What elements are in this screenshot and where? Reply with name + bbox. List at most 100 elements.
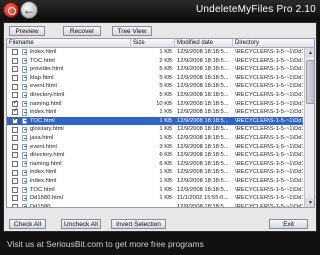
row-checkbox[interactable]: [12, 49, 18, 56]
file-row[interactable]: directory.html 6 KB 12/9/2008 18:18:5... \R…: [7, 151, 303, 160]
row-checkbox[interactable]: [12, 126, 18, 133]
file-directory: \RECYCLER\S-1-5-~1\Dd1585\se: [235, 100, 303, 107]
row-checkbox[interactable]: [12, 186, 18, 193]
file-row[interactable]: Dd1580.html 1 KB 11/1/2002 15:55:0... \RECY…: [7, 194, 303, 203]
file-name: directory.html: [30, 91, 65, 98]
file-directory: \RECYCLER\S-1-5-~1\Dd1585\se: [235, 74, 303, 81]
file-row[interactable]: jaxa.html 1 KB 12/9/2008 18:18:5... \RECYCL…: [7, 134, 303, 143]
file-directory: \RECYCLER\S-1-5-~1\Dd1585\se: [235, 49, 303, 55]
row-checkbox[interactable]: [12, 169, 18, 176]
uncheck-all-button[interactable]: Uncheck All: [61, 219, 101, 229]
file-name: jaxa.html: [30, 134, 54, 141]
file-directory: \RECYCLER\S-1-5-~1\Dd1585\se: [235, 57, 303, 64]
html-file-icon: [22, 49, 27, 56]
file-modified-date: 12/9/2008 18:18:5...: [177, 134, 229, 141]
footer-promo: Visit us at SeriousBit.com to get more f…: [7, 239, 204, 249]
file-row[interactable]: index.html 1 KB 12/9/2008 18:18:5... \RECYC…: [7, 177, 303, 186]
html-file-icon: [22, 92, 27, 99]
row-checkbox[interactable]: [12, 83, 18, 90]
file-directory: \RECYCLER\S-1-5-~1\Dd1585\se: [235, 195, 303, 202]
recover-button[interactable]: Recover: [63, 26, 101, 36]
column-header-modified-date[interactable]: Modified date: [175, 39, 233, 48]
file-row[interactable]: glossary.html 1 KB 12/9/2008 18:18:5... \RE…: [7, 125, 303, 134]
file-directory: \RECYCLER\S-1-5-~1\Dd1585\se: [235, 109, 303, 116]
file-name: provider.html: [30, 66, 64, 73]
file-list[interactable]: Filename Size Modified date Directory in…: [6, 38, 315, 208]
scroll-thumb[interactable]: [306, 60, 314, 104]
file-row[interactable]: index.html 1 KB 12/9/2008 18:18:5... \RECYC…: [7, 168, 303, 177]
back-arrow-icon[interactable]: ←: [20, 1, 38, 19]
title-bar: ← UndeleteMyFiles Pro 2.10: [0, 0, 320, 20]
file-row[interactable]: naming.html 10 KB 12/9/2008 18:18:5... \REC…: [7, 99, 303, 109]
tree-view-button[interactable]: Tree View: [112, 26, 152, 36]
file-name: Dd1580.html: [30, 195, 63, 202]
file-size: 1 KB: [159, 109, 172, 116]
html-file-icon: [22, 126, 27, 133]
column-header-size[interactable]: Size: [131, 39, 175, 48]
file-directory: \RECYCLER\S-1-5-~1\Dd1585\se: [235, 203, 303, 208]
scroll-up-arrow-icon[interactable]: ▲: [305, 48, 314, 58]
file-modified-date: 12/9/2008 18:18:5...: [177, 109, 229, 116]
html-file-icon: [22, 135, 27, 142]
file-row[interactable]: index.html 1 KB 12/9/2008 18:18:5... \RECYC…: [7, 48, 303, 57]
file-modified-date: 12/9/2008 18:18:5...: [177, 152, 229, 159]
exit-button[interactable]: Exit: [269, 219, 308, 229]
row-checkbox[interactable]: [12, 107, 18, 116]
file-size: 10 KB: [156, 100, 172, 107]
file-name: TOC.html: [30, 186, 55, 193]
row-checkbox[interactable]: [12, 75, 18, 82]
file-directory: \RECYCLER\S-1-5-~1\Dd1585\se: [235, 152, 303, 159]
file-row[interactable]: event.html 5 KB 12/9/2008 18:18:5... \RECYC…: [7, 82, 303, 91]
file-row[interactable]: naming.html 6 KB 12/9/2008 18:18:5... \RECY…: [7, 160, 303, 169]
row-checkbox[interactable]: [12, 99, 18, 107]
row-checkbox[interactable]: [12, 116, 18, 125]
html-file-icon: [22, 152, 27, 159]
file-row[interactable]: event.html 3 KB 12/9/2008 18:18:5... \RECYC…: [7, 143, 303, 152]
file-size: 2 KB: [159, 57, 172, 64]
row-checkbox[interactable]: [12, 203, 18, 207]
vertical-scrollbar[interactable]: ▲ ▼: [304, 48, 314, 207]
check-all-button[interactable]: Check All: [9, 219, 46, 229]
html-file-icon: [22, 117, 27, 125]
file-row[interactable]: ldap.html 5 KB 12/9/2008 18:18:5... \RECYCL…: [7, 74, 303, 83]
list-header: Filename Size Modified date Directory: [7, 39, 314, 48]
file-row[interactable]: provider.html 5 KB 12/9/2008 18:18:5... \RE…: [7, 65, 303, 74]
file-modified-date: 12/9/2008 18:18:5...: [177, 203, 229, 208]
row-checkbox[interactable]: [12, 92, 18, 99]
file-row[interactable]: TOC.html 1 KB 12/9/2008 18:18:5... \RECYCLE…: [7, 116, 303, 126]
column-header-directory[interactable]: Directory: [233, 39, 314, 48]
file-size: 6 KB: [159, 160, 172, 167]
file-size: 1 KB: [159, 186, 172, 193]
file-row[interactable]: TOC.html 1 KB 12/9/2008 18:18:5... \RECYCLE…: [7, 186, 303, 195]
file-name: index.html: [30, 169, 57, 176]
row-checkbox[interactable]: [12, 66, 18, 73]
column-header-filename[interactable]: Filename: [7, 39, 131, 48]
file-size: 1 KB: [159, 177, 172, 184]
file-row[interactable]: directory.html 5 KB 12/9/2008 18:18:5... \R…: [7, 91, 303, 100]
file-row[interactable]: Dd1580 12/9/2008 18:18:5... \RECYCLER\S-1-…: [7, 203, 303, 208]
row-checkbox[interactable]: [12, 143, 18, 150]
row-checkbox[interactable]: [12, 135, 18, 142]
row-checkbox[interactable]: [12, 161, 18, 168]
preview-button[interactable]: Preview: [9, 26, 45, 36]
row-checkbox[interactable]: [12, 57, 18, 64]
file-directory: \RECYCLER\S-1-5-~1\Dd1585\se: [235, 169, 303, 176]
html-file-icon: [22, 74, 27, 82]
file-size: 1 KB: [159, 126, 172, 133]
row-checkbox[interactable]: [12, 152, 18, 159]
file-modified-date: 12/9/2008 18:18:5...: [177, 83, 229, 90]
row-checkbox[interactable]: [12, 178, 18, 185]
file-modified-date: 12/9/2008 18:18:5...: [177, 160, 229, 167]
scroll-down-arrow-icon[interactable]: ▼: [305, 198, 314, 207]
file-name: index.html: [30, 177, 57, 184]
row-checkbox[interactable]: [12, 195, 18, 202]
file-row[interactable]: TOC.html 2 KB 12/9/2008 18:18:5... \RECYCLE…: [7, 57, 303, 66]
file-name: glossary.html: [30, 126, 64, 133]
file-directory: \RECYCLER\S-1-5-~1\Dd1585\se: [235, 134, 303, 141]
app-window: ← UndeleteMyFiles Pro 2.10 Preview Recov…: [0, 0, 320, 255]
file-directory: \RECYCLER\S-1-5-~1\Dd1585\se: [235, 177, 303, 184]
file-row[interactable]: index.html 1 KB 12/9/2008 18:18:5... \RECYC…: [7, 107, 303, 117]
file-directory: \RECYCLER\S-1-5-~1\Dd1585\se: [235, 117, 303, 124]
file-directory: \RECYCLER\S-1-5-~1\Dd1585\se: [235, 126, 303, 133]
invert-selection-button[interactable]: Invert Selection: [111, 219, 166, 229]
